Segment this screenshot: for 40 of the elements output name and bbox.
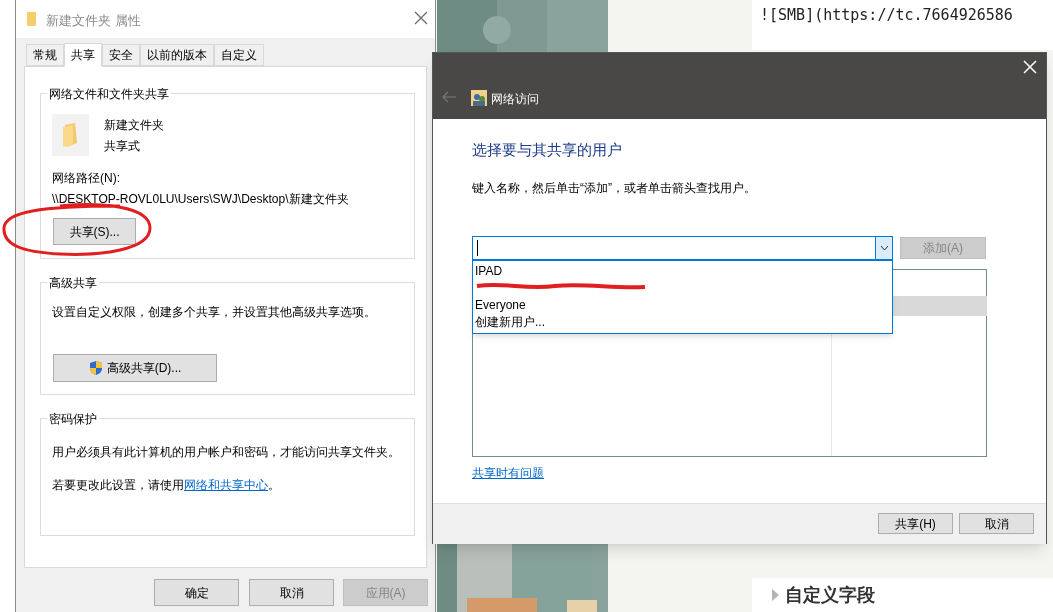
folder-name: 新建文件夹 — [104, 117, 164, 134]
group-title: 网络文件和文件夹共享 — [47, 85, 171, 103]
dialog-button[interactable]: 取消 — [249, 579, 334, 606]
tab[interactable]: 安全 — [102, 44, 140, 66]
dropdown-item[interactable]: Everyone — [473, 297, 892, 314]
hint-text: 。 — [268, 478, 280, 492]
description-text: 用户必须具有此计算机的用户帐户和密码，才能访问共享文件夹。 — [52, 444, 400, 461]
help-link[interactable]: 共享时有问题 — [472, 464, 544, 482]
share-button[interactable]: 共享(S)... — [53, 218, 136, 245]
user-combo-box[interactable] — [472, 236, 893, 260]
network-center-link[interactable]: 网络和共享中心 — [184, 478, 268, 492]
close-icon[interactable] — [1022, 59, 1038, 75]
folder-icon — [52, 114, 89, 156]
shield-icon — [88, 360, 103, 376]
section-heading: 自定义字段 — [785, 583, 875, 607]
dialog-title: 网络访问 — [491, 91, 539, 108]
dialog-button[interactable]: 共享(H) — [878, 513, 953, 534]
hint-text: 若要更改此设置，请使用 — [52, 478, 184, 492]
advanced-sharing-button[interactable]: 高级共享(D)... — [53, 354, 217, 382]
window-title: 新建文件夹 属性 — [46, 12, 141, 30]
dropdown-item[interactable]: 创建新用户... — [473, 314, 892, 331]
tab[interactable]: 自定义 — [214, 44, 264, 66]
users-icon — [471, 90, 487, 106]
group-title: 高级共享 — [47, 274, 99, 292]
dialog-button[interactable]: 取消 — [959, 513, 1034, 534]
dialog-heading: 选择要与其共享的用户 — [472, 140, 622, 160]
instruction-text: 键入名称，然后单击“添加”，或者单击箭头查找用户。 — [472, 180, 756, 197]
close-icon[interactable] — [412, 9, 430, 27]
field-label: 网络路径(N): — [52, 170, 120, 187]
markdown-text: ![SMB](https://tc.7664926586 — [760, 5, 1013, 26]
dialog-button[interactable]: 确定 — [154, 579, 239, 606]
dropdown-item[interactable]: IPAD — [473, 263, 892, 280]
share-status: 共享式 — [104, 138, 140, 155]
tab[interactable]: 共享 — [64, 43, 102, 67]
group-title: 密码保护 — [47, 410, 99, 428]
description-text: 设置自定义权限，创建多个共享，并设置其他高级共享选项。 — [52, 304, 376, 321]
tab[interactable]: 以前的版本 — [140, 44, 214, 66]
folder-icon — [27, 12, 36, 26]
network-path: \\DESKTOP-ROVL0LU\Users\SWJ\Desktop\新建文件夹 — [52, 191, 349, 208]
tab[interactable]: 常规 — [26, 44, 64, 66]
